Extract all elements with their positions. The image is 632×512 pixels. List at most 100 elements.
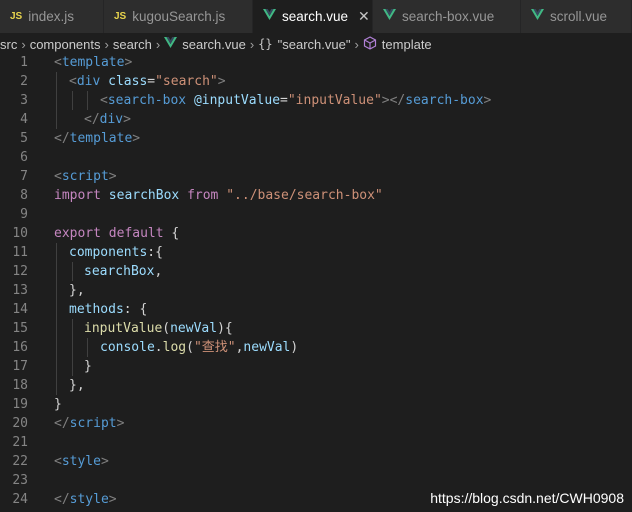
line-number: 5 <box>20 131 28 146</box>
line-number: 24 <box>12 492 28 507</box>
line-number: 11 <box>12 245 28 260</box>
line-content: <script> <box>54 169 117 184</box>
line-content: </style> <box>54 492 117 507</box>
code-line: 11 components:{ <box>0 243 632 262</box>
tab-scroll-vue[interactable]: scroll.vue <box>521 0 632 33</box>
vue-file-icon <box>164 36 178 52</box>
code-line: 13 }, <box>0 281 632 300</box>
breadcrumb-item-search[interactable]: search <box>113 37 152 52</box>
line-number: 15 <box>12 321 28 336</box>
chevron-right-icon: › <box>104 36 109 52</box>
line-content: <search-box @inputValue="inputValue"></s… <box>100 93 492 108</box>
chevron-right-icon: › <box>155 36 161 52</box>
line-number: 9 <box>20 207 28 222</box>
breadcrumb-item-src[interactable]: src <box>0 37 17 52</box>
breadcrumb-item-file[interactable]: search.vue <box>182 37 246 52</box>
tab-bar: JS index.js JS kugouSearch.js search.vue… <box>0 0 632 33</box>
js-file-icon: JS <box>114 11 127 22</box>
code-line: 8 import searchBox from "../base/search-… <box>0 186 632 205</box>
line-content: <template> <box>54 55 133 70</box>
line-content: searchBox, <box>84 264 163 279</box>
code-line: 6 <box>0 148 632 167</box>
code-line: 15 inputValue(newVal){ <box>0 319 632 338</box>
line-number: 3 <box>20 93 28 108</box>
tab-label: search-box.vue <box>402 9 495 24</box>
line-content: inputValue(newVal){ <box>84 321 233 336</box>
line-number: 13 <box>12 283 28 298</box>
line-content: components:{ <box>69 245 163 260</box>
breadcrumb-item-module[interactable]: "search.vue" <box>278 37 351 52</box>
code-line: 18 }, <box>0 376 632 395</box>
line-number: 19 <box>12 397 28 412</box>
tab-kugousearch-js[interactable]: JS kugouSearch.js <box>104 0 253 33</box>
code-line: 23 <box>0 471 632 490</box>
line-number: 22 <box>12 454 28 469</box>
code-line: 7 <script> <box>0 167 632 186</box>
line-content: export default { <box>54 226 180 241</box>
watermark: https://blog.csdn.net/CWH0908 <box>430 490 624 506</box>
line-number: 18 <box>12 378 28 393</box>
code-line: 9 <box>0 205 632 224</box>
code-line: 17 } <box>0 357 632 376</box>
line-content: </div> <box>84 112 131 127</box>
code-line: 12 searchBox, <box>0 262 632 281</box>
tab-index-js[interactable]: JS index.js <box>0 0 104 33</box>
line-number: 14 <box>12 302 28 317</box>
line-number: 1 <box>20 55 28 70</box>
tab-label: kugouSearch.js <box>132 9 226 24</box>
code-line: 4 </div> <box>0 110 632 129</box>
line-content: }, <box>69 378 85 393</box>
breadcrumb: src › components › search › search.vue ›… <box>0 33 632 55</box>
line-number: 4 <box>20 112 28 127</box>
line-content: <style> <box>54 454 109 469</box>
tab-search-box-vue[interactable]: search-box.vue <box>373 0 521 33</box>
code-line: 14 methods: { <box>0 300 632 319</box>
line-number: 6 <box>20 150 28 165</box>
line-content: <div class="search"> <box>69 74 226 89</box>
code-line: 20 </script> <box>0 414 632 433</box>
line-content: </template> <box>54 131 141 146</box>
close-icon[interactable]: ✕ <box>358 8 370 25</box>
code-line: 10 export default { <box>0 224 632 243</box>
tab-label: scroll.vue <box>550 9 608 24</box>
line-content: } <box>54 397 62 412</box>
cube-icon <box>363 35 377 53</box>
vue-file-icon <box>383 9 396 24</box>
line-content: console.log("查找",newVal) <box>100 340 299 355</box>
code-line: 3 <search-box @inputValue="inputValue"><… <box>0 91 632 110</box>
line-content: } <box>84 359 92 374</box>
breadcrumb-item-template[interactable]: template <box>382 37 432 52</box>
line-number: 2 <box>20 74 28 89</box>
code-line: 19 } <box>0 395 632 414</box>
line-number: 8 <box>20 188 28 203</box>
tab-search-vue[interactable]: search.vue ✕ <box>253 0 373 33</box>
code-line: 21 <box>0 433 632 452</box>
code-line: 5 </template> <box>0 129 632 148</box>
line-number: 17 <box>12 359 28 374</box>
vue-file-icon <box>263 9 276 24</box>
chevron-right-icon: › <box>354 36 359 52</box>
js-file-icon: JS <box>10 11 23 22</box>
breadcrumb-item-components[interactable]: components <box>30 37 101 52</box>
line-content: import searchBox from "../base/search-bo… <box>54 188 383 203</box>
tab-label: index.js <box>28 9 75 24</box>
line-number: 16 <box>12 340 28 355</box>
line-content: methods: { <box>69 302 148 317</box>
code-line: 2 <div class="search"> <box>0 72 632 91</box>
line-number: 21 <box>12 435 28 450</box>
chevron-right-icon: › <box>21 36 26 52</box>
line-content: </script> <box>54 416 125 431</box>
chevron-right-icon: › <box>249 36 255 52</box>
code-line: 1 <template> <box>0 53 632 72</box>
code-line: 22 <style> <box>0 452 632 471</box>
code-line: 16 console.log("查找",newVal) <box>0 338 632 357</box>
line-number: 12 <box>12 264 28 279</box>
line-number: 20 <box>12 416 28 431</box>
line-content: }, <box>69 283 85 298</box>
code-editor[interactable]: 1 <template> 2 <div class="search"> 3 <s… <box>0 53 632 512</box>
vue-file-icon <box>531 9 544 24</box>
tab-label: search.vue <box>282 9 349 24</box>
module-braces-icon: {} <box>258 37 273 51</box>
line-number: 23 <box>12 473 28 488</box>
line-number: 10 <box>12 226 28 241</box>
